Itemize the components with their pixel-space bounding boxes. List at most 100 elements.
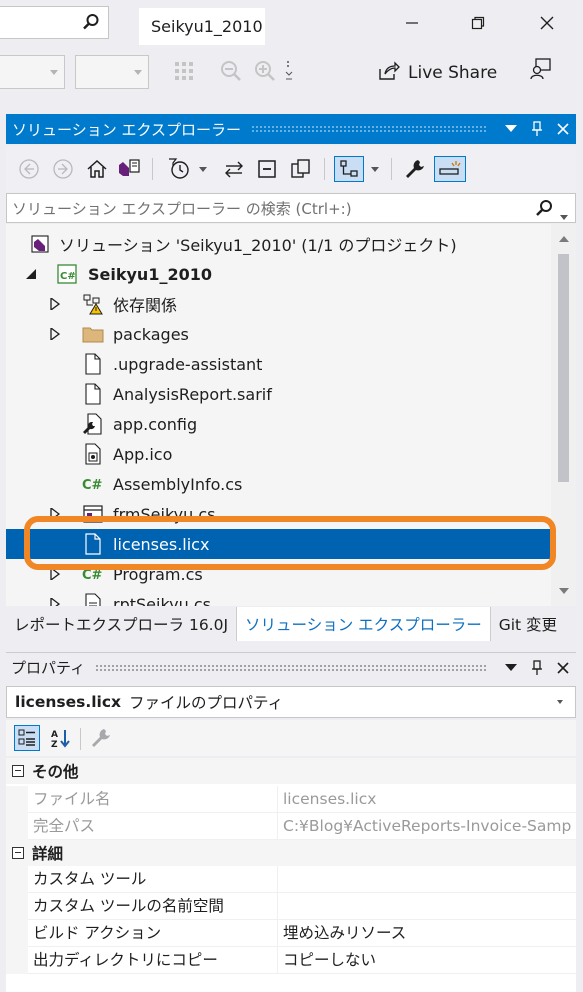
solution-explorer-header: ソリューション エクスプローラー	[6, 114, 576, 144]
property-value: C:¥Blog¥ActiveReports-Invoice-Samp	[283, 817, 572, 835]
svg-text:Z: Z	[51, 740, 58, 749]
window-menu-icon[interactable]	[498, 116, 524, 142]
tree-item-solution[interactable]: ソリューション 'Seikyu1_2010' (1/1 のプロジェクト)	[6, 229, 551, 259]
switch-views-icon[interactable]	[116, 156, 142, 182]
tree-item-project[interactable]: C# Seikyu1_2010	[6, 259, 551, 289]
file-icon	[82, 353, 104, 375]
live-share-button[interactable]: Live Share	[378, 57, 497, 89]
grid-icon[interactable]	[172, 58, 196, 84]
property-row[interactable]: 出力ディレクトリにコピー コピーしない	[6, 947, 576, 974]
tree-item-analysis-report[interactable]: AnalysisReport.sarif	[6, 379, 551, 409]
property-row[interactable]: ファイル名 licenses.licx	[6, 786, 576, 813]
header-grip[interactable]	[251, 125, 486, 133]
configuration-combo[interactable]	[0, 55, 65, 89]
platform-combo[interactable]	[75, 55, 149, 89]
category-misc[interactable]: その他	[6, 758, 576, 784]
back-icon[interactable]	[16, 156, 42, 182]
search-icon[interactable]	[535, 199, 553, 221]
pin-icon[interactable]	[524, 655, 550, 681]
property-pages-icon[interactable]	[88, 725, 114, 751]
property-row[interactable]: ビルド アクション 埋め込みリソース	[6, 920, 576, 947]
tab-report-explorer[interactable]: レポートエクスプローラ 16.0J	[6, 607, 236, 641]
property-value[interactable]	[279, 893, 576, 920]
property-grid: その他 ファイル名 licenses.licx 完全パス C:¥Blog¥Act…	[6, 758, 576, 992]
scrollbar-thumb[interactable]	[558, 254, 569, 482]
scroll-down-icon[interactable]	[559, 588, 569, 594]
window-menu-icon[interactable]	[498, 655, 524, 681]
restore-button[interactable]	[458, 8, 498, 42]
close-panel-icon[interactable]	[550, 655, 576, 681]
sync-active-document-icon[interactable]	[221, 156, 247, 182]
csharp-file-icon: C#	[82, 473, 104, 495]
zoom-in-icon[interactable]	[253, 58, 277, 84]
categorized-icon[interactable]	[14, 725, 40, 751]
share-icon	[378, 60, 400, 86]
config-icon	[82, 413, 104, 435]
expand-arrow-icon[interactable]	[49, 298, 61, 310]
alphabetical-icon[interactable]: AZ	[48, 725, 74, 751]
solution-explorer-search-input[interactable]: ソリューション エクスプローラー の検索 (Ctrl+:)	[6, 193, 576, 223]
wrench-icon[interactable]	[402, 156, 428, 182]
properties-view-icon[interactable]	[334, 156, 364, 182]
properties-toolbar: AZ	[6, 720, 576, 756]
forward-icon[interactable]	[50, 156, 76, 182]
properties-title: プロパティ	[11, 659, 86, 677]
pending-changes-filter-icon[interactable]	[166, 156, 192, 182]
live-share-label: Live Share	[408, 63, 498, 83]
properties-header: プロパティ	[6, 652, 576, 682]
tree-item-assembly-info[interactable]: C# AssemblyInfo.cs	[6, 469, 551, 499]
view-dropdown-icon[interactable]	[368, 156, 382, 182]
tab-git-changes[interactable]: Git 変更	[491, 607, 565, 641]
property-value[interactable]	[279, 866, 576, 893]
object-type: ファイルのプロパティ	[129, 694, 284, 712]
title-search-box[interactable]	[0, 6, 109, 39]
solution-icon	[29, 233, 51, 255]
toolbar-overflow-icon[interactable]	[283, 58, 297, 84]
collapse-category-icon[interactable]	[12, 847, 24, 859]
property-row[interactable]: 完全パス C:¥Blog¥ActiveReports-Invoice-Samp	[6, 813, 576, 840]
folder-icon	[82, 323, 104, 345]
header-grip[interactable]	[95, 663, 486, 672]
close-panel-icon[interactable]	[550, 116, 576, 142]
svg-text:C#: C#	[82, 478, 103, 493]
category-advanced[interactable]: 詳細	[6, 840, 576, 866]
property-name: ファイル名	[28, 786, 278, 813]
preview-selected-items-icon[interactable]	[434, 156, 466, 182]
expand-arrow-icon[interactable]	[49, 598, 61, 606]
panel-tab-strip: レポートエクスプローラ 16.0J ソリューション エクスプローラー Git 変…	[6, 607, 576, 641]
tree-item-packages[interactable]: packages	[6, 319, 551, 349]
tree-item-rpt-seikyu[interactable]: rptSeikyu.cs	[6, 589, 551, 606]
property-row[interactable]: カスタム ツール	[6, 866, 576, 893]
tab-solution-explorer[interactable]: ソリューション エクスプローラー	[236, 607, 491, 641]
dependencies-icon	[82, 293, 104, 315]
highlight-callout	[24, 516, 556, 570]
search-options-dropdown-icon[interactable]	[560, 206, 568, 224]
collapse-arrow-icon[interactable]	[25, 268, 37, 280]
collapse-all-icon[interactable]	[254, 156, 280, 182]
filter-dropdown-icon[interactable]	[196, 156, 210, 182]
property-row[interactable]: カスタム ツールの名前空間	[6, 893, 576, 920]
tree-item-app-config[interactable]: app.config	[6, 409, 551, 439]
scroll-up-icon[interactable]	[559, 236, 569, 242]
show-all-files-icon[interactable]	[288, 156, 314, 182]
zoom-out-icon[interactable]	[219, 58, 243, 84]
collapse-category-icon[interactable]	[12, 765, 24, 777]
restore-icon	[470, 15, 486, 35]
property-object-selector[interactable]: licenses.licx ファイルのプロパティ	[6, 686, 576, 718]
close-button[interactable]	[527, 8, 567, 42]
minimize-button[interactable]	[392, 8, 432, 42]
property-value[interactable]: 埋め込みリソース	[279, 920, 576, 947]
tree-item-dependencies[interactable]: 依存関係	[6, 289, 551, 319]
window-title: Seikyu1_2010	[139, 8, 265, 45]
home-icon[interactable]	[84, 156, 110, 182]
property-name: カスタム ツール	[28, 866, 278, 893]
tree-item-app-ico[interactable]: App.ico	[6, 439, 551, 469]
report-icon	[82, 593, 104, 606]
expand-arrow-icon[interactable]	[49, 328, 61, 340]
property-value[interactable]: コピーしない	[279, 947, 576, 974]
tree-item-upgrade-assistant[interactable]: .upgrade-assistant	[6, 349, 551, 379]
feedback-icon[interactable]	[529, 56, 553, 82]
search-icon	[82, 13, 100, 31]
minimize-icon	[404, 15, 420, 35]
pin-icon[interactable]	[524, 116, 550, 142]
